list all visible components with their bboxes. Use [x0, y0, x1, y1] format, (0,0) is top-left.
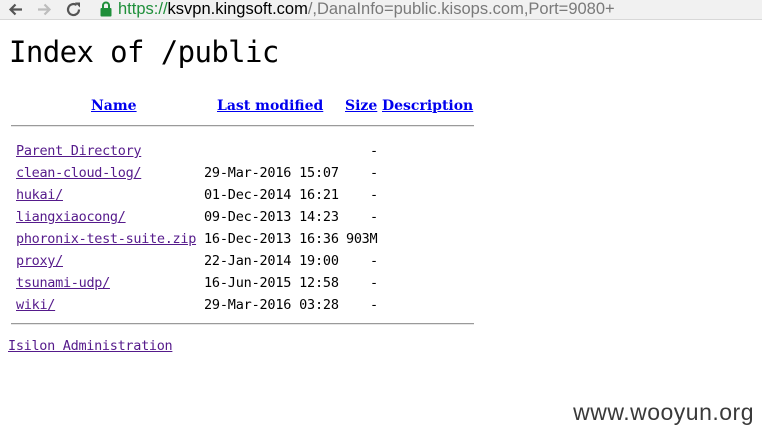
- file-link[interactable]: clean-cloud-log/: [16, 162, 142, 184]
- reload-button[interactable]: [64, 0, 84, 19]
- bottom-divider: [11, 323, 474, 325]
- row-date: 16-Jun-2015 12:58: [204, 275, 339, 291]
- row-size: -: [370, 209, 378, 225]
- top-divider: [11, 125, 474, 127]
- page-title: Index of /public: [9, 35, 279, 69]
- row-size: -: [370, 165, 378, 181]
- browser-toolbar: https://ksvpn.kingsoft.com/,DanaInfo=pub…: [0, 0, 762, 20]
- row-date: 29-Mar-2016 15:07: [204, 165, 339, 181]
- row-date: 09-Dec-2013 14:23: [204, 209, 339, 225]
- reload-icon: [66, 2, 81, 17]
- file-link[interactable]: hukai/: [16, 184, 63, 206]
- row-size: -: [370, 187, 378, 203]
- watermark: www.wooyun.org: [573, 399, 754, 425]
- column-header-description[interactable]: Description: [382, 97, 473, 115]
- row-size: -: [370, 297, 378, 313]
- forward-button[interactable]: [34, 0, 54, 19]
- file-link[interactable]: wiki/: [16, 294, 55, 316]
- row-date: 29-Mar-2016 03:28: [204, 297, 339, 313]
- row-date: 16-Dec-2013 16:36: [204, 231, 339, 247]
- url-host: ksvpn.kingsoft.com: [167, 0, 308, 18]
- parent-directory-link[interactable]: Parent Directory: [16, 140, 142, 162]
- row-date: 01-Dec-2014 16:21: [204, 187, 339, 203]
- back-button[interactable]: [6, 0, 26, 19]
- row-size: -: [370, 253, 378, 269]
- row-size: 903M: [346, 231, 378, 247]
- isilon-administration-link[interactable]: Isilon Administration: [8, 338, 173, 354]
- url-path: /,DanaInfo=public.kisops.com,Port=9080+: [307, 0, 615, 18]
- file-link[interactable]: proxy/: [16, 250, 63, 272]
- file-link[interactable]: tsunami-udp/: [16, 272, 110, 294]
- back-arrow-icon: [8, 3, 22, 16]
- file-link[interactable]: liangxiaocong/: [16, 206, 126, 228]
- column-header-size[interactable]: Size: [345, 97, 377, 115]
- forward-arrow-icon: [38, 3, 52, 16]
- file-link[interactable]: phoronix-test-suite.zip: [16, 228, 196, 250]
- row-date: 22-Jan-2014 19:00: [204, 253, 339, 269]
- url-scheme: https://: [118, 0, 168, 18]
- address-bar[interactable]: https://ksvpn.kingsoft.com/,DanaInfo=pub…: [118, 0, 615, 19]
- column-header-last-modified[interactable]: Last modified: [217, 97, 323, 115]
- row-size: -: [370, 275, 378, 291]
- column-header-name[interactable]: Name: [91, 97, 137, 115]
- row-size: -: [370, 143, 378, 159]
- lock-icon: [99, 0, 113, 22]
